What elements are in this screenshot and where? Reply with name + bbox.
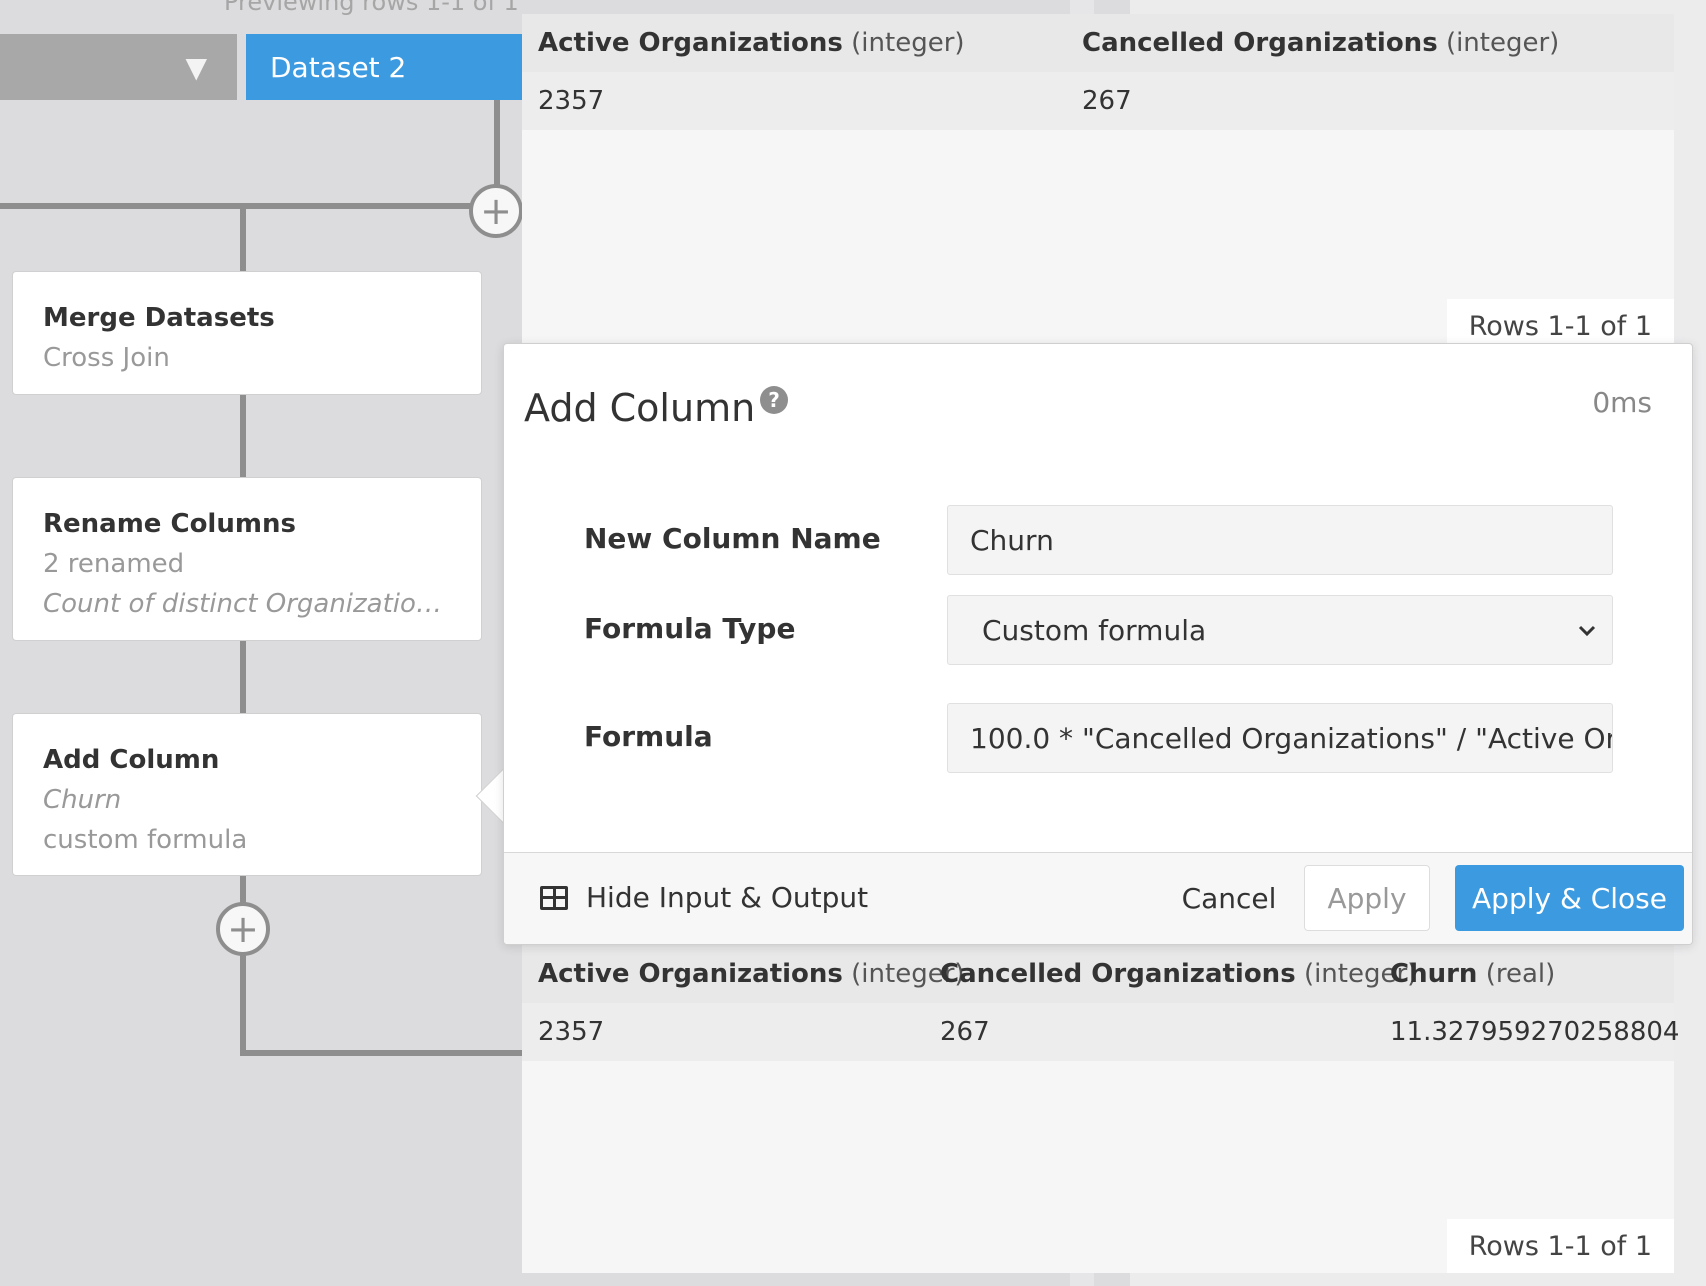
- column-header[interactable]: Active Organizations (integer): [522, 959, 965, 989]
- step-title: Rename Columns: [43, 509, 296, 539]
- preview-rows-text: Previewing rows 1-1 of 1: [224, 0, 519, 16]
- dialog-footer: Hide Input & Output Cancel Apply Apply &…: [504, 852, 1692, 944]
- formula-label: Formula: [584, 720, 713, 753]
- table-cell: 267: [940, 1017, 990, 1047]
- chevron-down-icon: [1578, 618, 1596, 643]
- plus-icon: +: [480, 189, 512, 233]
- step-detail: Cross Join: [43, 343, 170, 373]
- formula-type-value: Custom formula: [982, 613, 1207, 647]
- table-row: 2357 267: [522, 72, 1674, 130]
- step-detail: custom formula: [43, 825, 248, 855]
- add-step-button[interactable]: +: [216, 902, 270, 956]
- connector-line: [0, 203, 470, 209]
- add-step-button[interactable]: +: [469, 184, 523, 238]
- table-cell: 2357: [538, 1017, 605, 1047]
- dataset-2-tab[interactable]: Dataset 2: [246, 34, 536, 100]
- step-detail: Churn: [43, 785, 122, 815]
- chevron-down-icon: ▼: [185, 50, 207, 84]
- formula-type-select[interactable]: Custom formula: [947, 595, 1613, 665]
- help-icon[interactable]: ?: [760, 386, 788, 414]
- table-cell: 11.327959270258804: [1390, 1017, 1680, 1047]
- step-merge-datasets[interactable]: Merge Datasets Cross Join: [12, 271, 482, 395]
- step-detail: Count of distinct Organizations Id...: [43, 589, 451, 619]
- table-icon: [540, 885, 568, 910]
- dataset-1-dropdown[interactable]: ▼: [0, 34, 237, 100]
- formula-input[interactable]: 100.0 * "Cancelled Organizations" / "Act…: [947, 703, 1613, 773]
- table-header: Active Organizations (integer) Cancelled…: [522, 945, 1674, 1003]
- rows-count-label: Rows 1-1 of 1: [1446, 1219, 1674, 1273]
- connector-line: [240, 641, 246, 713]
- table-header: Active Organizations (integer) Cancelled…: [522, 14, 1674, 72]
- connector-line: [240, 206, 246, 272]
- step-title: Add Column: [43, 745, 220, 775]
- apply-close-button[interactable]: Apply & Close: [1455, 865, 1684, 931]
- step-rename-columns[interactable]: Rename Columns 2 renamed Count of distin…: [12, 477, 482, 641]
- step-add-column[interactable]: Add Column Churn custom formula: [12, 713, 482, 876]
- column-header[interactable]: Cancelled Organizations (integer): [924, 959, 1417, 989]
- connector-line: [240, 1050, 530, 1056]
- column-header[interactable]: Churn (real): [1374, 959, 1674, 989]
- column-header[interactable]: Cancelled Organizations (integer): [1066, 28, 1666, 58]
- execution-time: 0ms: [1592, 386, 1652, 419]
- cancel-button[interactable]: Cancel: [1164, 865, 1294, 931]
- output-table-panel: Active Organizations (integer) Cancelled…: [522, 945, 1680, 1273]
- table-cell: 2357: [538, 86, 605, 116]
- formula-type-label: Formula Type: [584, 612, 796, 645]
- dialog-title: Add Column: [524, 386, 756, 430]
- plus-icon: +: [227, 907, 259, 951]
- step-title: Merge Datasets: [43, 303, 275, 333]
- table-cell: 267: [1082, 86, 1132, 116]
- table-row: 2357 267 11.327959270258804: [522, 1003, 1680, 1061]
- apply-button[interactable]: Apply: [1304, 865, 1430, 931]
- input-table-panel: Active Organizations (integer) Cancelled…: [522, 14, 1674, 353]
- column-header[interactable]: Active Organizations (integer): [522, 28, 1066, 58]
- hide-input-output-toggle[interactable]: Hide Input & Output: [540, 881, 868, 914]
- column-name-input[interactable]: Churn: [947, 505, 1613, 575]
- add-column-dialog: Add Column ? 0ms New Column Name Churn F…: [503, 343, 1693, 945]
- connector-line: [240, 395, 246, 477]
- column-name-label: New Column Name: [584, 522, 881, 555]
- step-detail: 2 renamed: [43, 549, 185, 579]
